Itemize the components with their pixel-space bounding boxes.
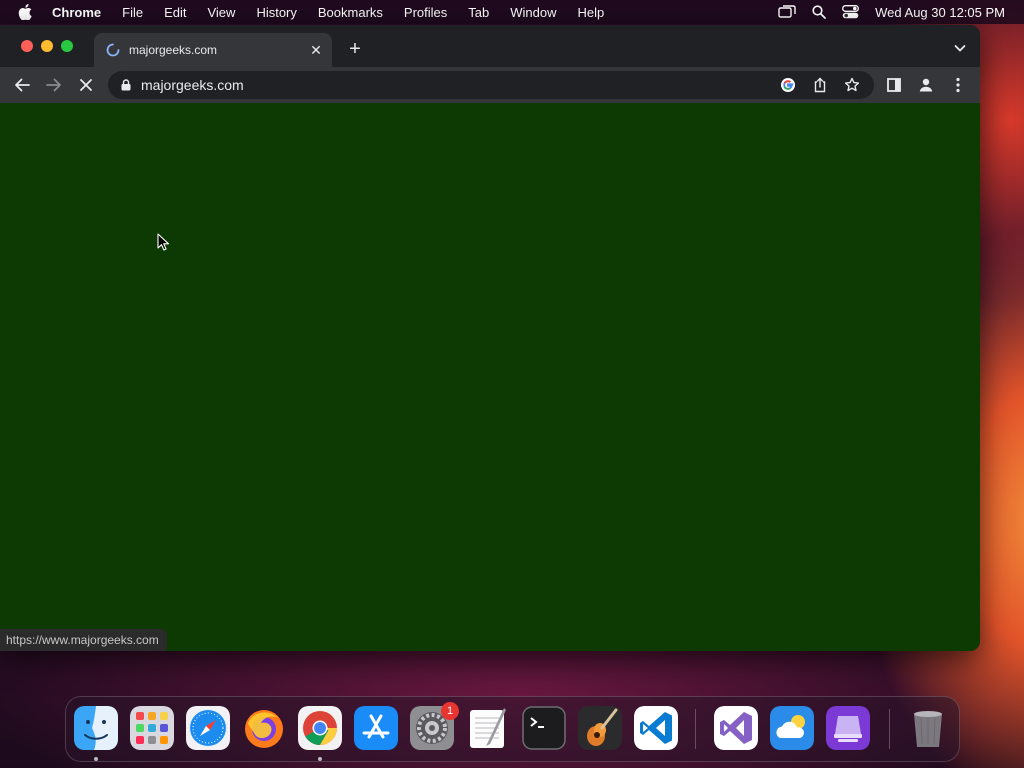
garageband-icon[interactable] (578, 706, 622, 750)
page-content[interactable] (0, 103, 980, 651)
app-store-icon[interactable] (354, 706, 398, 750)
menu-edit[interactable]: Edit (164, 5, 186, 20)
new-tab-button[interactable]: + (344, 39, 366, 61)
tab-close-icon[interactable]: ✕ (308, 42, 324, 58)
bookmark-star-icon[interactable] (842, 75, 862, 95)
address-text[interactable]: majorgeeks.com (141, 77, 778, 93)
finder-running-indicator (94, 757, 98, 761)
side-panel-icon (887, 78, 901, 92)
profile-person-icon (919, 78, 933, 92)
window-zoom-button[interactable] (61, 40, 73, 52)
terminal-icon[interactable] (522, 706, 566, 750)
chrome-running-indicator (318, 757, 322, 761)
stop-x-icon (80, 79, 92, 91)
google-lens-icon[interactable] (778, 75, 798, 95)
menu-help[interactable]: Help (578, 5, 605, 20)
chrome-menu-button[interactable] (948, 75, 968, 95)
menu-bookmarks[interactable]: Bookmarks (318, 5, 383, 20)
stop-loading-button[interactable] (76, 75, 96, 95)
loading-spinner-icon (106, 43, 120, 57)
tab-majorgeeks[interactable]: majorgeeks.com ✕ (94, 33, 332, 67)
lock-icon[interactable] (121, 79, 131, 91)
forward-button[interactable] (44, 75, 64, 95)
status-bubble: https://www.majorgeeks.com (0, 629, 167, 651)
window-close-button[interactable] (21, 40, 33, 52)
firefox-icon[interactable] (242, 706, 286, 750)
tab-search-chevron-down-icon[interactable] (952, 40, 968, 56)
dock-separator-trash (889, 709, 890, 749)
kebab-menu-icon (956, 77, 960, 93)
safari-icon[interactable] (186, 706, 230, 750)
window-controls (21, 40, 81, 52)
trash-icon[interactable] (906, 706, 950, 750)
side-panel-button[interactable] (884, 75, 904, 95)
visual-studio-icon[interactable] (714, 706, 758, 750)
menu-app-name[interactable]: Chrome (52, 5, 101, 20)
share-icon[interactable] (810, 75, 830, 95)
textedit-icon[interactable] (466, 706, 510, 750)
chrome-icon[interactable] (298, 706, 342, 750)
menu-bar-clock[interactable]: Wed Aug 30 12:05 PM (875, 5, 1005, 20)
apple-menu-icon[interactable] (18, 4, 36, 20)
browser-toolbar: majorgeeks.com (0, 67, 980, 103)
menu-profiles[interactable]: Profiles (404, 5, 447, 20)
back-arrow-icon (15, 78, 30, 92)
dock: 1 (65, 696, 960, 762)
menu-tab[interactable]: Tab (468, 5, 489, 20)
address-bar[interactable]: majorgeeks.com (108, 71, 874, 99)
back-button[interactable] (12, 75, 32, 95)
chrome-window: majorgeeks.com ✕ + majorgeeks.com https:… (0, 25, 980, 651)
tab-title: majorgeeks.com (129, 43, 218, 57)
menu-view[interactable]: View (207, 5, 235, 20)
simulator-icon[interactable] (826, 706, 870, 750)
menu-window[interactable]: Window (510, 5, 556, 20)
menu-history[interactable]: History (256, 5, 296, 20)
vscode-icon[interactable] (634, 706, 678, 750)
spotlight-search-icon[interactable] (812, 5, 827, 19)
control-center-icon[interactable] (842, 5, 860, 19)
profile-button[interactable] (916, 75, 936, 95)
mouse-pointer-icon (157, 233, 170, 251)
screen-mirroring-icon[interactable] (778, 5, 796, 19)
forward-arrow-icon (46, 78, 61, 92)
menu-file[interactable]: File (122, 5, 143, 20)
window-minimize-button[interactable] (41, 40, 53, 52)
weather-icon[interactable] (770, 706, 814, 750)
tab-strip: majorgeeks.com ✕ + (0, 25, 980, 67)
dock-separator (695, 709, 696, 749)
launchpad-icon[interactable] (130, 706, 174, 750)
menu-bar: Chrome File Edit View History Bookmarks … (0, 0, 1024, 24)
finder-icon[interactable] (74, 706, 118, 750)
settings-notification-badge: 1 (441, 702, 459, 720)
